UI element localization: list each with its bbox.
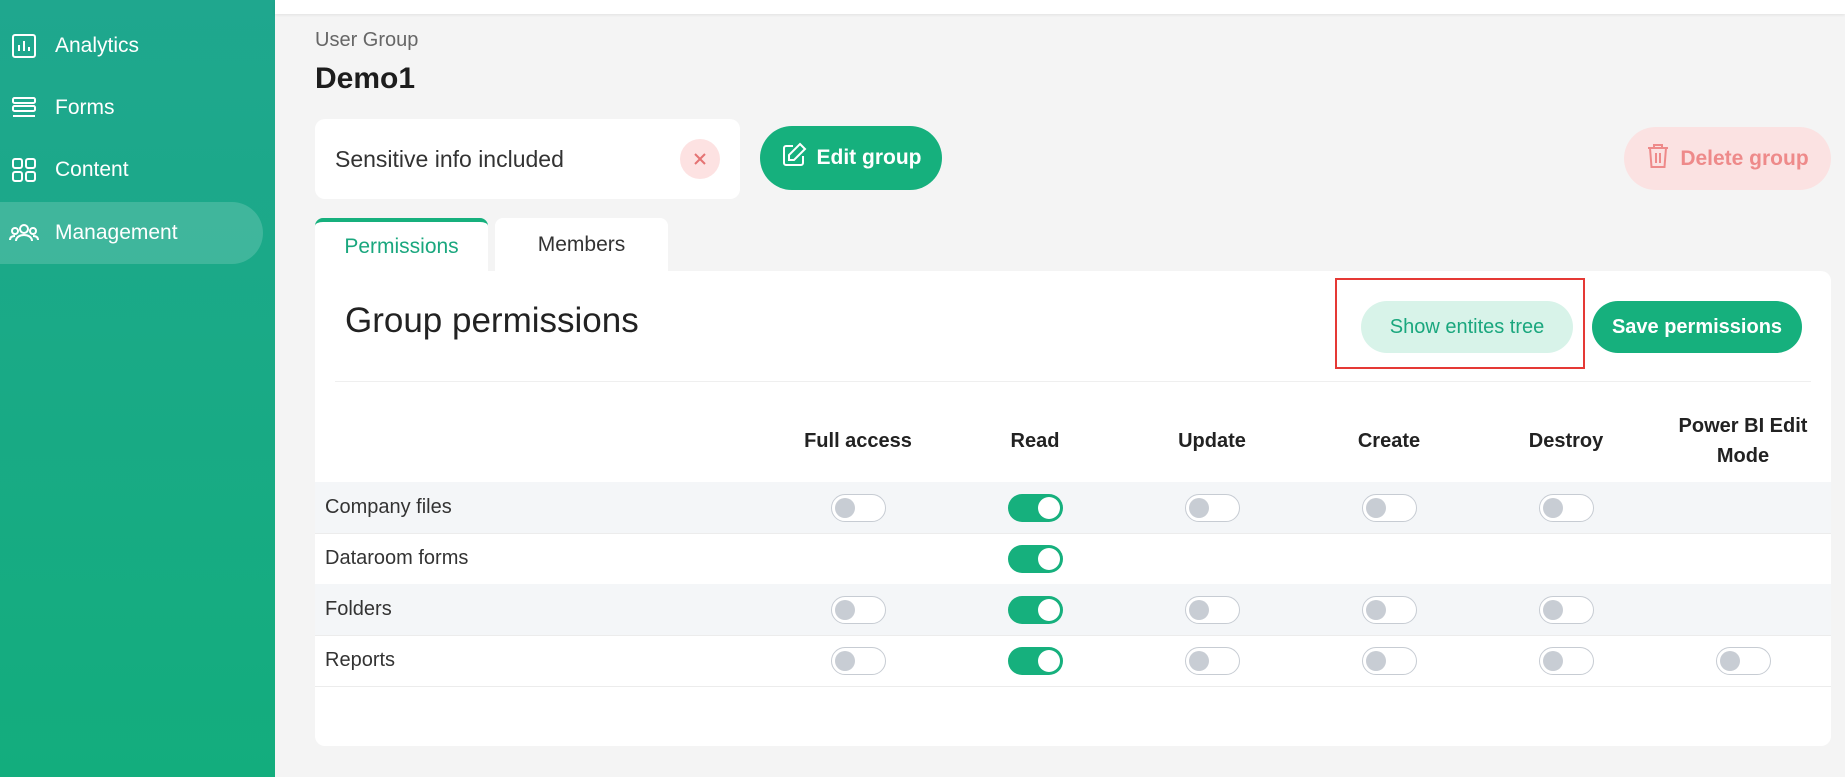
toggle-knob [1189,498,1209,518]
table-row: Reports [315,635,1831,687]
trash-icon [1646,142,1670,176]
permission-toggle[interactable] [1539,596,1594,624]
chart-icon [9,31,39,61]
delete-group-label: Delete group [1680,146,1809,170]
column-header: Full access [804,430,912,452]
top-bar [275,0,1845,14]
permission-toggle[interactable] [1362,494,1417,522]
close-icon[interactable] [680,139,720,179]
toggle-knob [1366,651,1386,671]
toggle-knob [1366,600,1386,620]
toggle-knob [1038,650,1060,672]
toggle-knob [1543,498,1563,518]
permission-toggle[interactable] [1362,596,1417,624]
sensitive-info-tag: Sensitive info included [315,119,740,199]
divider [335,381,1811,382]
page-title: Demo1 [315,62,416,95]
table-row: Company files [315,482,1831,534]
list-icon [9,93,39,123]
permissions-card: Group permissions Show entites tree Save… [315,271,1831,746]
permission-toggle[interactable] [1008,596,1063,624]
permission-toggle[interactable] [831,494,886,522]
toggle-knob [835,651,855,671]
table-row: Folders [315,584,1831,636]
column-header: Update [1178,430,1246,452]
breadcrumb: User Group [315,29,419,51]
sidebar-item-content[interactable]: Content [0,139,263,201]
sidebar-item-label: Forms [55,96,115,119]
edit-group-button[interactable]: Edit group [760,126,942,190]
sidebar-item-management[interactable]: Management [0,202,263,264]
grid-icon [9,155,39,185]
permission-toggle[interactable] [831,647,886,675]
toggle-knob [1038,497,1060,519]
column-header: Power BI Edit Mode [1678,415,1808,467]
save-permissions-button[interactable]: Save permissions [1592,301,1802,353]
column-header: Create [1357,430,1421,452]
permission-toggle[interactable] [1185,596,1240,624]
column-header: Read [1010,430,1060,452]
permission-toggle[interactable] [1539,647,1594,675]
sidebar: Analytics Forms Content Management [0,0,275,777]
toggle-knob [835,600,855,620]
permission-toggle[interactable] [1716,647,1771,675]
permission-toggle[interactable] [1362,647,1417,675]
permission-toggle[interactable] [1008,647,1063,675]
row-label: Dataroom forms [325,547,469,569]
toggle-knob [1038,599,1060,621]
toggle-knob [1543,651,1563,671]
permission-toggle[interactable] [1185,647,1240,675]
edit-icon [781,142,807,174]
row-label: Company files [325,496,452,518]
sidebar-item-label: Analytics [55,34,140,57]
tab-members[interactable]: Members [495,218,668,272]
permission-toggle[interactable] [1008,545,1063,573]
toggle-knob [1189,600,1209,620]
permissions-title: Group permissions [345,301,639,340]
sidebar-item-label: Content [55,158,129,181]
tag-label: Sensitive info included [335,145,564,172]
row-label: Folders [325,598,392,620]
sidebar-item-analytics[interactable]: Analytics [0,15,263,77]
toggle-knob [1366,498,1386,518]
users-icon [9,218,39,248]
toggle-knob [835,498,855,518]
edit-group-label: Edit group [816,146,922,169]
delete-group-button[interactable]: Delete group [1624,127,1831,190]
show-entities-tree-button[interactable]: Show entites tree [1361,301,1573,353]
tab-permissions[interactable]: Permissions [315,218,488,272]
column-header: Destroy [1528,430,1604,452]
toggle-knob [1543,600,1563,620]
permission-toggle[interactable] [1008,494,1063,522]
toggle-knob [1720,651,1740,671]
toggle-knob [1189,651,1209,671]
toggle-knob [1038,548,1060,570]
permission-toggle[interactable] [1539,494,1594,522]
permission-toggle[interactable] [831,596,886,624]
sidebar-item-forms[interactable]: Forms [0,77,263,139]
row-label: Reports [325,649,396,671]
permission-toggle[interactable] [1185,494,1240,522]
sidebar-item-label: Management [55,221,178,244]
table-row: Dataroom forms [315,533,1831,585]
